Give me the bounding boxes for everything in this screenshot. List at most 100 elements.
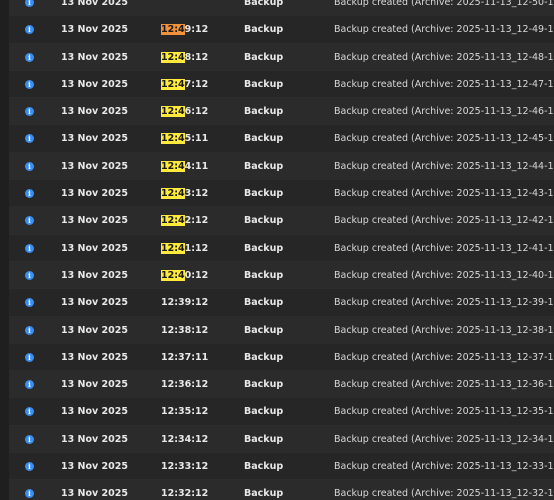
time-rest: 0:12 <box>184 269 209 281</box>
row-time: 12:33:12 <box>161 453 208 480</box>
time-rest: 5:11 <box>184 133 209 145</box>
row-date: 13 Nov 2025 <box>61 24 128 36</box>
info-icon: i <box>25 0 34 7</box>
row-date: 13 Nov 2025 <box>61 242 128 254</box>
row-message: Backup created (Archive: 2025-11-13_12-4… <box>334 160 554 172</box>
row-time: 12:41:12 <box>161 235 208 262</box>
backup-log-table: i 13 Nov 2025 Backup Backup created (Arc… <box>0 0 554 500</box>
row-date: 13 Nov 2025 <box>61 215 128 227</box>
info-icon: i <box>25 216 34 226</box>
row-type: Backup <box>244 324 284 336</box>
row-icon-cell: i <box>25 44 37 71</box>
info-icon: i <box>25 407 34 417</box>
time-rest: 1:12 <box>184 242 209 254</box>
row-type: Backup <box>244 488 284 500</box>
info-icon: i <box>25 161 34 171</box>
table-row[interactable]: i 13 Nov 2025 Backup Backup created (Arc… <box>9 0 554 17</box>
row-icon-cell: i <box>25 180 37 207</box>
row-type: Backup <box>244 188 284 200</box>
time-rest: 12:38:12 <box>161 324 209 336</box>
table-row[interactable]: i 13 Nov 2025 12:36:12 Backup Backup cre… <box>9 371 554 399</box>
table-row[interactable]: i 13 Nov 2025 12:49:12 Backup Backup cre… <box>9 16 554 44</box>
row-message: Backup created (Archive: 2025-11-13_12-3… <box>334 297 554 309</box>
row-type: Backup <box>244 24 284 36</box>
table-row[interactable]: i 13 Nov 2025 12:44:11 Backup Backup cre… <box>9 152 554 181</box>
row-type: Backup <box>244 78 284 90</box>
time-rest: 12:35:12 <box>161 406 209 418</box>
row-icon-cell: i <box>25 398 37 425</box>
time-search-highlight: 12:4 <box>161 160 185 172</box>
row-time: 12:32:12 <box>161 480 208 500</box>
row-type: Backup <box>244 133 284 145</box>
time-search-highlight: 12:4 <box>161 215 185 227</box>
time-rest: 6:12 <box>184 106 209 118</box>
info-icon: i <box>25 325 34 335</box>
table-row[interactable]: i 13 Nov 2025 12:45:11 Backup Backup cre… <box>9 125 554 153</box>
log-rows: i 13 Nov 2025 Backup Backup created (Arc… <box>9 0 554 500</box>
row-icon-cell: i <box>25 344 37 371</box>
row-message: Backup created (Archive: 2025-11-13_12-3… <box>334 433 554 445</box>
info-icon: i <box>25 298 34 308</box>
table-row[interactable]: i 13 Nov 2025 12:37:11 Backup Backup cre… <box>9 343 554 372</box>
row-time: 12:49:12 <box>161 16 208 43</box>
row-type: Backup <box>244 215 284 227</box>
info-icon: i <box>25 243 34 253</box>
row-type: Backup <box>244 160 284 172</box>
table-row[interactable]: i 13 Nov 2025 12:40:12 Backup Backup cre… <box>9 261 554 290</box>
row-time: 12:45:11 <box>161 125 208 152</box>
row-date: 13 Nov 2025 <box>61 461 128 473</box>
row-time: 12:34:12 <box>161 426 208 453</box>
row-time: 12:37:11 <box>161 344 208 371</box>
row-type: Backup <box>244 106 284 118</box>
row-message: Backup created (Archive: 2025-11-13_12-4… <box>334 51 554 63</box>
table-row[interactable]: i 13 Nov 2025 12:39:12 Backup Backup cre… <box>9 289 554 317</box>
time-search-highlight: 12:4 <box>161 106 185 118</box>
row-time: 12:35:12 <box>161 398 208 425</box>
row-type: Backup <box>244 242 284 254</box>
info-icon: i <box>25 270 34 280</box>
table-row[interactable]: i 13 Nov 2025 12:41:12 Backup Backup cre… <box>9 234 554 262</box>
table-row[interactable]: i 13 Nov 2025 12:33:12 Backup Backup cre… <box>9 453 554 481</box>
info-icon: i <box>25 189 34 199</box>
row-icon-cell: i <box>25 0 37 16</box>
time-rest: 9:12 <box>184 24 209 36</box>
table-row[interactable]: i 13 Nov 2025 12:48:12 Backup Backup cre… <box>9 43 554 71</box>
row-date: 13 Nov 2025 <box>61 160 128 172</box>
info-icon: i <box>25 434 34 444</box>
row-type: Backup <box>244 461 284 473</box>
table-row[interactable]: i 13 Nov 2025 12:42:12 Backup Backup cre… <box>9 207 554 235</box>
time-search-highlight: 12:4 <box>161 78 185 90</box>
time-search-highlight: 12:4 <box>161 269 185 281</box>
row-date: 13 Nov 2025 <box>61 488 128 500</box>
row-message: Backup created (Archive: 2025-11-13_12-3… <box>334 488 554 500</box>
time-search-highlight: 12:4 <box>161 133 185 145</box>
row-time: 12:44:11 <box>161 153 208 180</box>
time-rest: 12:32:12 <box>161 488 209 500</box>
row-message: Backup created (Archive: 2025-11-13_12-4… <box>334 78 554 90</box>
row-type: Backup <box>244 406 284 418</box>
table-row[interactable]: i 13 Nov 2025 12:34:12 Backup Backup cre… <box>9 425 554 454</box>
table-row[interactable]: i 13 Nov 2025 12:47:12 Backup Backup cre… <box>9 70 554 99</box>
row-date: 13 Nov 2025 <box>61 269 128 281</box>
info-icon: i <box>25 462 34 472</box>
row-message: Backup created (Archive: 2025-11-13_12-3… <box>334 461 554 473</box>
table-row[interactable]: i 13 Nov 2025 12:38:12 Backup Backup cre… <box>9 316 554 344</box>
row-type: Backup <box>244 351 284 363</box>
table-row[interactable]: i 13 Nov 2025 12:32:12 Backup Backup cre… <box>9 480 554 500</box>
time-rest: 12:34:12 <box>161 433 209 445</box>
row-date: 13 Nov 2025 <box>61 133 128 145</box>
row-time: 12:38:12 <box>161 317 208 344</box>
row-icon-cell: i <box>25 453 37 480</box>
row-message: Backup created (Archive: 2025-11-13_12-3… <box>334 351 554 363</box>
row-icon-cell: i <box>25 98 37 125</box>
table-row[interactable]: i 13 Nov 2025 12:43:12 Backup Backup cre… <box>9 180 554 208</box>
time-rest: 7:12 <box>184 78 209 90</box>
row-icon-cell: i <box>25 371 37 398</box>
table-row[interactable]: i 13 Nov 2025 12:35:12 Backup Backup cre… <box>9 398 554 426</box>
info-icon: i <box>25 489 34 499</box>
row-icon-cell: i <box>25 289 37 316</box>
row-icon-cell: i <box>25 262 37 289</box>
table-row[interactable]: i 13 Nov 2025 12:46:12 Backup Backup cre… <box>9 98 554 126</box>
time-search-highlight: 12:4 <box>161 242 185 254</box>
row-date: 13 Nov 2025 <box>61 324 128 336</box>
